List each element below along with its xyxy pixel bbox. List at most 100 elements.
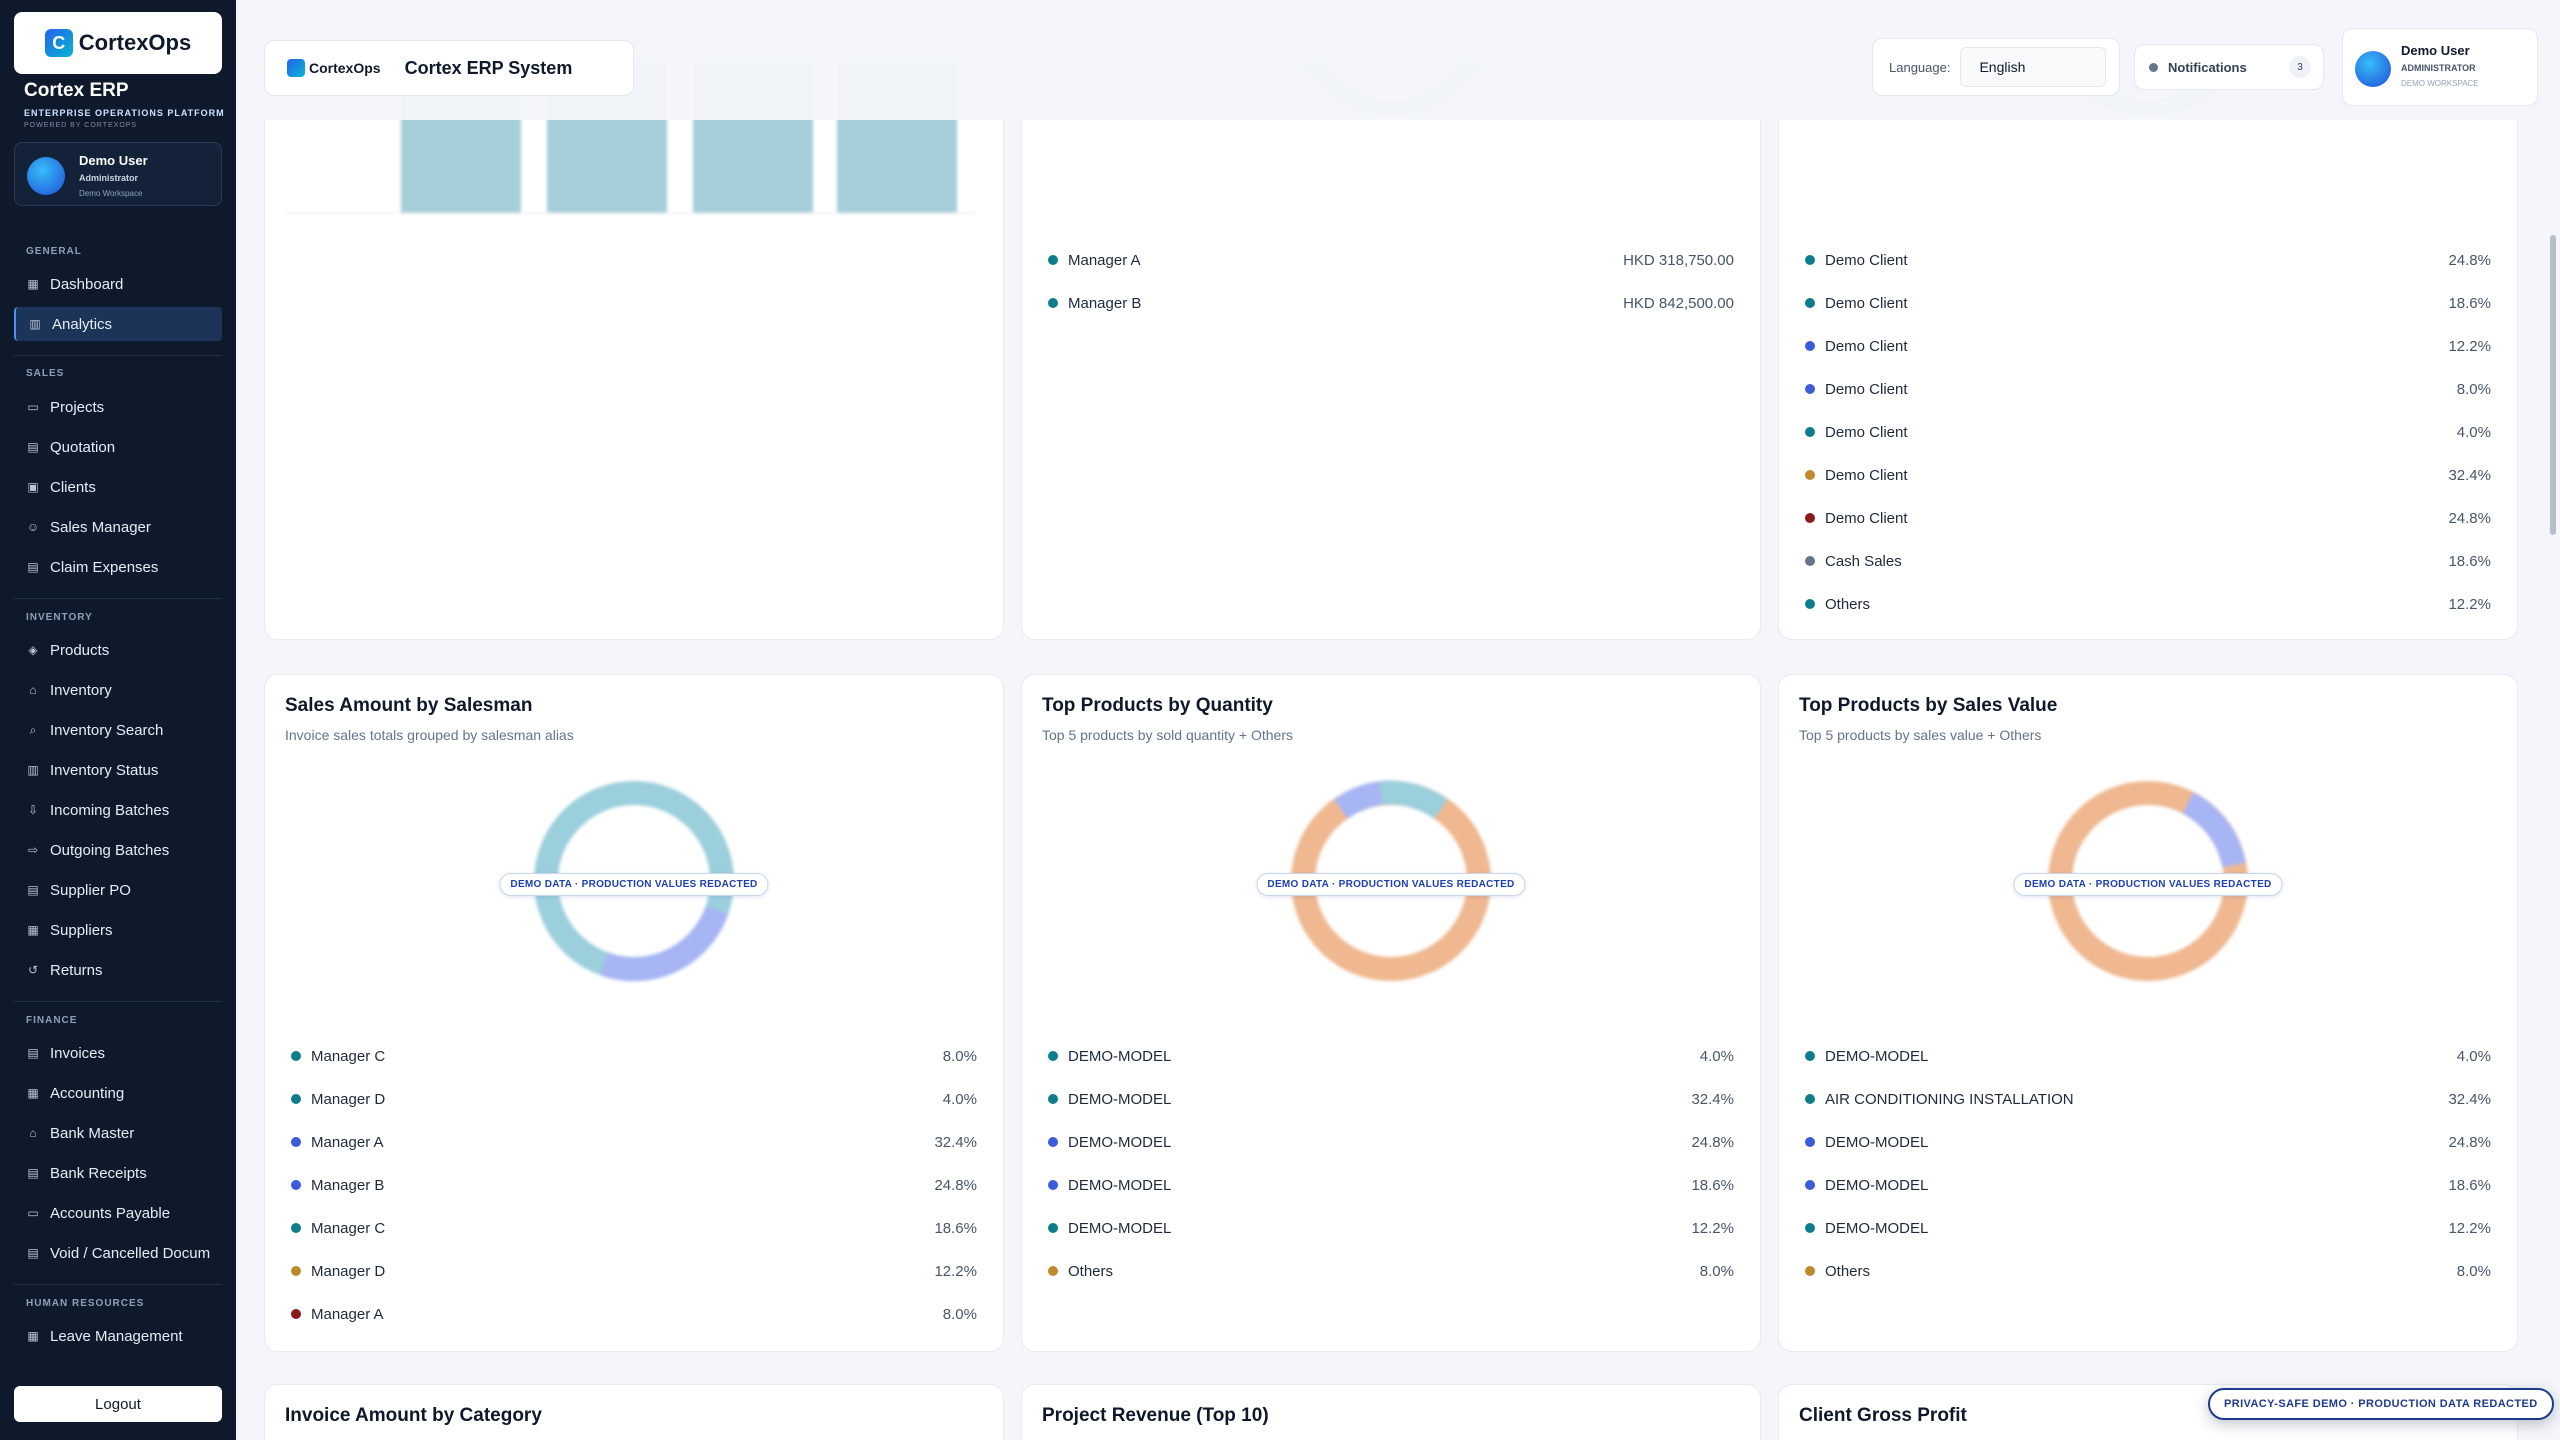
legend-value: 12.2% bbox=[2448, 595, 2491, 613]
legend-value: 24.8% bbox=[1691, 1133, 1734, 1151]
sidebar-user-card[interactable]: Demo User Administrator Demo Workspace bbox=[14, 142, 222, 206]
sidebar-item-inventory[interactable]: ⌂ Inventory bbox=[14, 673, 222, 707]
legend-label: Demo Client bbox=[1825, 380, 1908, 398]
legend-item: DEMO-MODEL 18.6% bbox=[1805, 1173, 2491, 1197]
notifications-count-badge: 3 bbox=[2289, 56, 2311, 78]
card-title: Sales Amount by Salesman bbox=[285, 695, 533, 716]
sidebar: C CortexOps Cortex ERP ENTERPRISE OPERAT… bbox=[0, 0, 236, 1440]
sidebar-item-accounts-payable[interactable]: ▭ Accounts Payable bbox=[14, 1196, 222, 1230]
privacy-badge: PRIVACY-SAFE DEMO · PRODUCTION DATA REDA… bbox=[2208, 1388, 2554, 1420]
sidebar-item-clients[interactable]: ▣ Clients bbox=[14, 470, 222, 504]
legend-label: Manager D bbox=[311, 1262, 386, 1280]
sidebar-item-supplier-po[interactable]: ▤ Supplier PO bbox=[14, 873, 222, 907]
cortexops-logo-icon bbox=[287, 59, 305, 77]
sidebar-item-suppliers[interactable]: ▦ Suppliers bbox=[14, 913, 222, 947]
sidebar-item-inventory-search[interactable]: ⌕ Inventory Search bbox=[14, 713, 222, 747]
header-brand[interactable]: CortexOps Cortex ERP System bbox=[264, 40, 634, 96]
legend-color-dot bbox=[1805, 1266, 1815, 1276]
sidebar-item-void-cancelled[interactable]: ▤ Void / Cancelled Docum bbox=[14, 1236, 222, 1270]
card-top-right-chart: Demo Client 24.8% Demo Client 18.6% Demo Cli… bbox=[1778, 60, 2518, 640]
header-user-menu[interactable]: Demo User ADMINISTRATOR DEMO WORKSPACE bbox=[2342, 28, 2538, 106]
legend-value: 12.2% bbox=[934, 1262, 977, 1280]
legend-item: Others 12.2% bbox=[1805, 592, 2491, 616]
legend-value: 24.8% bbox=[2448, 509, 2491, 527]
legend-value: 18.6% bbox=[1691, 1176, 1734, 1194]
logout-button[interactable]: Logout bbox=[14, 1386, 222, 1422]
legend-item: DEMO-MODEL 24.8% bbox=[1048, 1130, 1734, 1154]
sidebar-item-bank-master[interactable]: ⌂ Bank Master bbox=[14, 1116, 222, 1150]
sidebar-item-products[interactable]: ◈ Products bbox=[14, 633, 222, 667]
sidebar-item-sales-manager[interactable]: ☺ Sales Manager bbox=[14, 510, 222, 544]
legend-color-dot bbox=[1805, 1180, 1815, 1190]
legend-value: 8.0% bbox=[2456, 380, 2491, 398]
legend-color-dot bbox=[1048, 1137, 1058, 1147]
card-title: Client Gross Profit bbox=[1799, 1405, 1967, 1426]
sidebar-item-analytics[interactable]: ▥ Analytics bbox=[14, 307, 222, 341]
sidebar-item-leave-management[interactable]: ▦ Leave Management bbox=[14, 1319, 222, 1353]
sidebar-item-claim-expenses[interactable]: ▤ Claim Expenses bbox=[14, 550, 222, 584]
sidebar-item-inventory-status[interactable]: ▥ Inventory Status bbox=[14, 753, 222, 787]
legend-label: DEMO-MODEL bbox=[1825, 1133, 1929, 1151]
sidebar-item-projects[interactable]: ▭ Projects bbox=[14, 390, 222, 424]
app-title: Cortex ERP bbox=[24, 80, 129, 101]
legend-label: Manager B bbox=[1068, 294, 1142, 312]
card-subtitle: Invoice sales totals grouped by salesman… bbox=[285, 727, 574, 743]
sidebar-item-quotation[interactable]: ▤ Quotation bbox=[14, 430, 222, 464]
calculator-icon: ▦ bbox=[27, 1086, 39, 1100]
legend-item: DEMO-MODEL 12.2% bbox=[1048, 1216, 1734, 1240]
legend-item: Manager C 18.6% bbox=[291, 1216, 977, 1240]
legend-item: Manager A HKD 318,750.00 bbox=[1048, 248, 1734, 272]
legend-item: Others 8.0% bbox=[1048, 1259, 1734, 1283]
legend-item: DEMO-MODEL 12.2% bbox=[1805, 1216, 2491, 1240]
card-title: Top Products by Sales Value bbox=[1799, 695, 2058, 716]
legend-color-dot bbox=[1805, 384, 1815, 394]
legend-value: 32.4% bbox=[2448, 1090, 2491, 1108]
sidebar-logo[interactable]: C CortexOps bbox=[14, 12, 222, 74]
sidebar-item-incoming-batches[interactable]: ⇩ Incoming Batches bbox=[14, 793, 222, 827]
sidebar-item-bank-receipts[interactable]: ▤ Bank Receipts bbox=[14, 1156, 222, 1190]
legend-item: DEMO-MODEL 32.4% bbox=[1048, 1087, 1734, 1111]
legend-color-dot bbox=[1805, 427, 1815, 437]
legend-value: 24.8% bbox=[934, 1176, 977, 1194]
nav-section-hr: HUMAN RESOURCES bbox=[26, 1298, 145, 1309]
card-subtitle: Top 5 products by sales value + Others bbox=[1799, 727, 2042, 743]
legend-value: 12.2% bbox=[2448, 337, 2491, 355]
legend-color-dot bbox=[1048, 1223, 1058, 1233]
sidebar-item-returns[interactable]: ↺ Returns bbox=[14, 953, 222, 987]
user-name: Demo User bbox=[79, 153, 148, 168]
app-powered-by: POWERED BY CORTEXOPS bbox=[24, 122, 138, 129]
scrollbar-thumb[interactable] bbox=[2550, 235, 2556, 535]
factory-icon: ▦ bbox=[27, 923, 39, 937]
legend-value: 8.0% bbox=[942, 1305, 977, 1323]
app-subtitle: ENTERPRISE OPERATIONS PLATFORM bbox=[24, 108, 225, 118]
brand-logo: CortexOps bbox=[287, 59, 381, 77]
sidebar-item-invoices[interactable]: ▤ Invoices bbox=[14, 1036, 222, 1070]
nav-divider bbox=[14, 355, 222, 356]
notifications-button[interactable]: Notifications 3 bbox=[2134, 44, 2324, 90]
card-top-products-value: Top Products by Sales Value Top 5 produc… bbox=[1778, 674, 2518, 1352]
user-role: Administrator bbox=[79, 173, 139, 183]
card-top-middle-chart: Manager A HKD 318,750.00 Manager B HKD 842,… bbox=[1021, 60, 1761, 640]
legend-color-dot bbox=[1048, 1094, 1058, 1104]
legend-label: AIR CONDITIONING INSTALLATION bbox=[1825, 1090, 2074, 1108]
legend-value: HKD 318,750.00 bbox=[1623, 251, 1734, 269]
legend-color-dot bbox=[1805, 470, 1815, 480]
legend-label: Manager C bbox=[311, 1047, 386, 1065]
sidebar-item-outgoing-batches[interactable]: ⇨ Outgoing Batches bbox=[14, 833, 222, 867]
language-select[interactable]: English bbox=[1960, 47, 2107, 87]
legend-item: Demo Client 24.8% bbox=[1805, 248, 2491, 272]
legend-value: 8.0% bbox=[1699, 1262, 1734, 1280]
demo-data-badge: DEMO DATA · PRODUCTION VALUES REDACTED bbox=[499, 873, 769, 896]
legend-label: DEMO-MODEL bbox=[1068, 1090, 1172, 1108]
legend-color-dot bbox=[291, 1223, 301, 1233]
legend-value: 4.0% bbox=[2456, 423, 2491, 441]
legend-color-dot bbox=[1805, 1051, 1815, 1061]
user-role: ADMINISTRATOR bbox=[2401, 63, 2476, 73]
nav-section-finance: FINANCE bbox=[26, 1015, 78, 1026]
avatar bbox=[2355, 51, 2391, 87]
notifications-label: Notifications bbox=[2168, 59, 2247, 75]
sidebar-item-accounting[interactable]: ▦ Accounting bbox=[14, 1076, 222, 1110]
calendar-icon: ▦ bbox=[27, 1329, 39, 1343]
legend-color-dot bbox=[1805, 255, 1815, 265]
sidebar-item-dashboard[interactable]: ▦ Dashboard bbox=[14, 267, 222, 301]
